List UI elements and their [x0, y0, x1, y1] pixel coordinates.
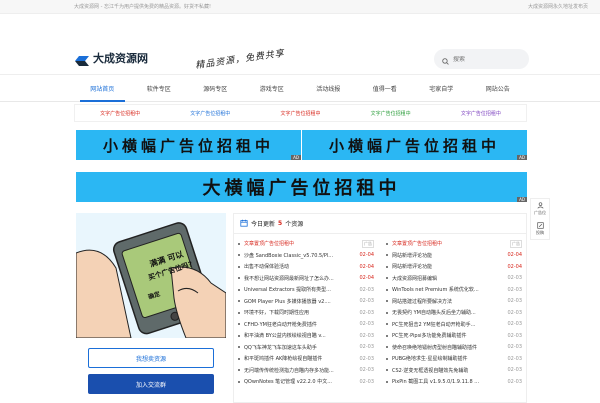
latest-updates-panel: 今日更新 5 个资源 文章置顶广告位招租中 广告 沙盘 SandBoxie Cla…: [233, 213, 527, 403]
nav-games[interactable]: 游戏专区: [244, 75, 301, 101]
list-item[interactable]: QQ飞车神龙飞车加速这车头助手 02-03: [238, 342, 374, 354]
list-item[interactable]: CS2·逆变无框透视自瞄效先免辅助 02-03: [386, 365, 522, 377]
logo-text: 大成资源网: [93, 52, 148, 65]
site-logo[interactable]: 大成资源网: [74, 50, 148, 66]
person-icon: [536, 202, 544, 210]
list-item[interactable]: WinTools net Premium 系统优化软... 02-03: [386, 284, 522, 296]
small-banner-left[interactable]: 小横幅广告位招租中 AD: [76, 130, 301, 160]
topbar-announcement: 大成资源网 - 忘江千为用户提供免费的精品资源。好货不私藏!: [74, 4, 211, 10]
promo-illustration: 满满 可以 买个广告位吗? 确定: [76, 213, 226, 338]
logo-icon: [74, 52, 90, 66]
side-ad-button[interactable]: 广告位: [534, 202, 546, 216]
panel-title-prefix: 今日更新: [251, 221, 276, 228]
small-banner-right-text: 小横幅广告位招租中: [328, 136, 500, 155]
list-item[interactable]: 沙盘 SandBoxie Classic_v5.70.5/Pl... 02-04: [238, 250, 374, 262]
text-ad-2[interactable]: 文字广告位招租中: [190, 110, 230, 117]
nav-worth-seeing[interactable]: 值得一看: [357, 75, 414, 101]
permanent-address-link[interactable]: 大成资源网永久地址发布页: [528, 3, 588, 10]
small-banner-right[interactable]: 小横幅广告位招租中 AD: [302, 130, 527, 160]
text-ad-4[interactable]: 文字广告位招租中: [371, 110, 411, 117]
nav-self-study[interactable]: 宅家自学: [413, 75, 470, 101]
search-input[interactable]: [453, 55, 513, 63]
list-item[interactable]: PixPin 截图工具 v1.9.5.0/1.9.11.8 ... 02-03: [386, 376, 522, 388]
text-ad-5[interactable]: 文字广告位招租中: [461, 110, 501, 117]
nav-home[interactable]: 网站首页: [74, 75, 131, 102]
text-ad-row: 文字广告位招租中 文字广告位招租中 文字广告位招租中 文字广告位招租中 文字广告…: [74, 104, 527, 122]
list-item[interactable]: CFHD·YM狂老白动开枪免费插件 02-03: [238, 319, 374, 331]
list-item[interactable]: 使命召唤绝地镭射虎型射自瞄辅助插件 02-03: [386, 342, 522, 354]
top-bar: 大成资源网 - 忘江千为用户提供免费的精品资源。好货不私藏! 大成资源网永久地址…: [0, 0, 600, 14]
panel-header: 今日更新 5 个资源: [234, 214, 526, 234]
list-item[interactable]: 大成资源网招募编辑 02-03: [386, 273, 522, 285]
header: 大成资源网 精品资源，免费共享: [0, 14, 600, 74]
nav-source-code[interactable]: 源码专区: [187, 75, 244, 101]
updates-left-column: 文章置顶广告位招租中 广告 沙盘 SandBoxie Classic_v5.70.…: [238, 238, 374, 388]
text-ad-1[interactable]: 文字广告位招租中: [100, 110, 140, 117]
big-banner-text: 大横幅广告位招租中: [202, 178, 401, 199]
list-item[interactable]: PC生死·Pipsi多功能免费辅助插件 02-03: [386, 330, 522, 342]
list-item[interactable]: 网站新增评论功能 02-04: [386, 250, 522, 262]
list-item[interactable]: 环境不好，下载同时期性应用 02-03: [238, 307, 374, 319]
nav-announcements[interactable]: 网站公告: [470, 75, 527, 101]
ad-tag: AD: [517, 155, 527, 160]
list-item[interactable]: QOwnNotes 笔记管理 v22.2.0 中文... 02-03: [238, 376, 374, 388]
updates-right-column: 文章置顶广告位招租中 广告 网站新增评论功能 02-04 网站新增评论功能 02-04…: [386, 238, 522, 388]
list-item[interactable]: 和平斑鸠插件 AK降枪绘视自瞄插件 02-03: [238, 353, 374, 365]
search-icon[interactable]: [442, 50, 449, 69]
list-item[interactable]: 无畏契约 YM自动瞄头反后坐力辅助... 02-03: [386, 307, 522, 319]
list-item[interactable]: 文章置顶广告位招租中 广告: [386, 238, 522, 250]
list-item[interactable]: 无问端传传统检测指力自瞄内存多功能... 02-03: [238, 365, 374, 377]
side-float-toolbar: 广告位 投稿: [530, 198, 550, 240]
list-item[interactable]: 和平油滴 BY公益内核绘绘视自瞄 v... 02-03: [238, 330, 374, 342]
big-banner[interactable]: 大横幅广告位招租中 AD: [76, 172, 527, 202]
panel-title-count: 5: [278, 220, 283, 227]
ad-tag: AD: [517, 197, 527, 202]
list-item[interactable]: GOM Player Plus 多媒体播放器 v2.... 02-03: [238, 296, 374, 308]
list-item[interactable]: PUBG绝地求生·星星绘制辅助插件 02-03: [386, 353, 522, 365]
calendar-icon: [240, 219, 248, 229]
list-item[interactable]: 出售不动保体验活动 02-04: [238, 261, 374, 273]
edit-icon: [536, 222, 544, 230]
main-nav: 网站首页 软件专区 源码专区 游戏专区 活动线报 值得一看 宅家自学 网站公告: [0, 74, 600, 102]
list-item[interactable]: 网站搭建过程所要解决方法 02-03: [386, 296, 522, 308]
sell-resource-button[interactable]: 我想卖资源: [88, 348, 214, 368]
small-banner-left-text: 小横幅广告位招租中: [102, 136, 274, 155]
panel-title-suffix: 个资源: [285, 221, 304, 228]
nav-software[interactable]: 软件专区: [131, 75, 188, 101]
side-submit-button[interactable]: 投稿: [536, 222, 544, 236]
search-box[interactable]: [434, 49, 529, 69]
list-item[interactable]: PC生死狙击2 YM狂老白动开枪助手... 02-03: [386, 319, 522, 331]
ad-tag: AD: [291, 155, 301, 160]
list-item[interactable]: 网站新增评论功能 02-04: [386, 261, 522, 273]
text-ad-3[interactable]: 文字广告位招租中: [280, 110, 320, 117]
list-item[interactable]: 文章置顶广告位招租中 广告: [238, 238, 374, 250]
join-group-button[interactable]: 加入交流群: [88, 374, 214, 394]
list-item[interactable]: Universal Extractors 提取所有类型... 02-03: [238, 284, 374, 296]
nav-activities[interactable]: 活动线报: [300, 75, 357, 101]
list-item[interactable]: 我不想让网站资源网最新网址了怎么办... 02-04: [238, 273, 374, 285]
slogan: 精品资源，免费共享: [194, 48, 286, 72]
